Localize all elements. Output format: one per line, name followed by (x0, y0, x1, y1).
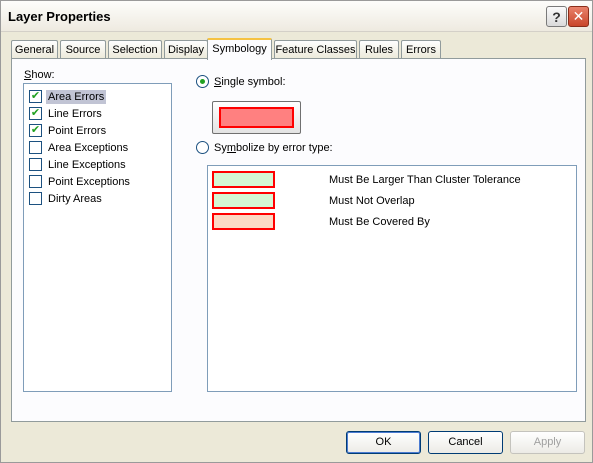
checkbox[interactable]: ✔ (29, 90, 42, 103)
error-type-list[interactable]: Must Be Larger Than Cluster Tolerance Mu… (207, 165, 577, 392)
single-symbol-option[interactable]: Single symbol: (196, 75, 286, 88)
symbolize-by-error-type-radio[interactable] (196, 141, 209, 154)
error-type-row[interactable]: Must Be Covered By (212, 212, 572, 232)
symbolize-by-error-type-label: Symbolize by error type: (214, 141, 333, 154)
show-item-point-errors[interactable]: ✔ Point Errors (29, 122, 108, 139)
show-item-label: Line Errors (48, 107, 102, 120)
show-item-label: Dirty Areas (48, 192, 102, 205)
symbolize-by-error-type-option[interactable]: Symbolize by error type: (196, 141, 333, 154)
show-item-line-exceptions[interactable]: Line Exceptions (29, 156, 128, 173)
layer-properties-dialog: Layer Properties ? ✕ General Source Sele… (0, 0, 593, 463)
tab-errors[interactable]: Errors (401, 40, 441, 59)
symbology-panel: Show: ✔ Area Errors ✔ Line Errors ✔ Poin… (11, 58, 586, 422)
error-type-label: Must Not Overlap (329, 195, 415, 207)
close-icon: ✕ (572, 8, 585, 24)
help-icon: ? (552, 8, 561, 25)
checkbox[interactable]: ✔ (29, 124, 42, 137)
cancel-button[interactable]: Cancel (428, 431, 503, 454)
show-item-dirty-areas[interactable]: Dirty Areas (29, 190, 104, 207)
tab-symbology[interactable]: Symbology (207, 38, 272, 60)
symbol-swatch (219, 107, 294, 128)
error-symbol-swatch[interactable] (212, 192, 275, 209)
error-type-label: Must Be Larger Than Cluster Tolerance (329, 174, 521, 186)
single-symbol-radio[interactable] (196, 75, 209, 88)
checkbox[interactable] (29, 158, 42, 171)
show-item-label: Area Exceptions (48, 141, 129, 154)
single-symbol-button[interactable] (212, 101, 301, 134)
checkbox[interactable] (29, 192, 42, 205)
single-symbol-label: Single symbol: (214, 75, 286, 88)
dialog-title: Layer Properties (8, 9, 111, 24)
show-item-area-exceptions[interactable]: Area Exceptions (29, 139, 130, 156)
error-type-row[interactable]: Must Be Larger Than Cluster Tolerance (212, 170, 572, 190)
error-type-label: Must Be Covered By (329, 216, 430, 228)
radio-selected-dot (200, 79, 205, 84)
show-item-area-errors[interactable]: ✔ Area Errors (29, 88, 107, 105)
show-item-label: Area Errors (46, 89, 107, 104)
help-button[interactable]: ? (546, 6, 567, 27)
checkbox[interactable] (29, 175, 42, 188)
tab-feature-classes[interactable]: Feature Classes (274, 40, 357, 59)
tab-selection[interactable]: Selection (108, 40, 162, 59)
show-label: Show: (24, 69, 55, 81)
show-item-label: Point Exceptions (48, 175, 130, 188)
apply-button[interactable]: Apply (510, 431, 585, 454)
error-type-row[interactable]: Must Not Overlap (212, 191, 572, 211)
show-item-point-exceptions[interactable]: Point Exceptions (29, 173, 132, 190)
show-list[interactable]: ✔ Area Errors ✔ Line Errors ✔ Point Erro… (23, 83, 172, 392)
title-bar[interactable]: Layer Properties ? ✕ (1, 1, 592, 32)
error-symbol-swatch[interactable] (212, 171, 275, 188)
tab-rules[interactable]: Rules (359, 40, 399, 59)
show-item-label: Line Exceptions (48, 158, 126, 171)
error-symbol-swatch[interactable] (212, 213, 275, 230)
show-item-label: Point Errors (48, 124, 107, 137)
ok-button[interactable]: OK (346, 431, 421, 454)
tab-general[interactable]: General (11, 40, 58, 59)
checkbox[interactable]: ✔ (29, 107, 42, 120)
tab-source[interactable]: Source (60, 40, 106, 59)
checkbox[interactable] (29, 141, 42, 154)
close-button[interactable]: ✕ (568, 6, 589, 27)
show-item-line-errors[interactable]: ✔ Line Errors (29, 105, 104, 122)
tab-display[interactable]: Display (164, 40, 208, 59)
